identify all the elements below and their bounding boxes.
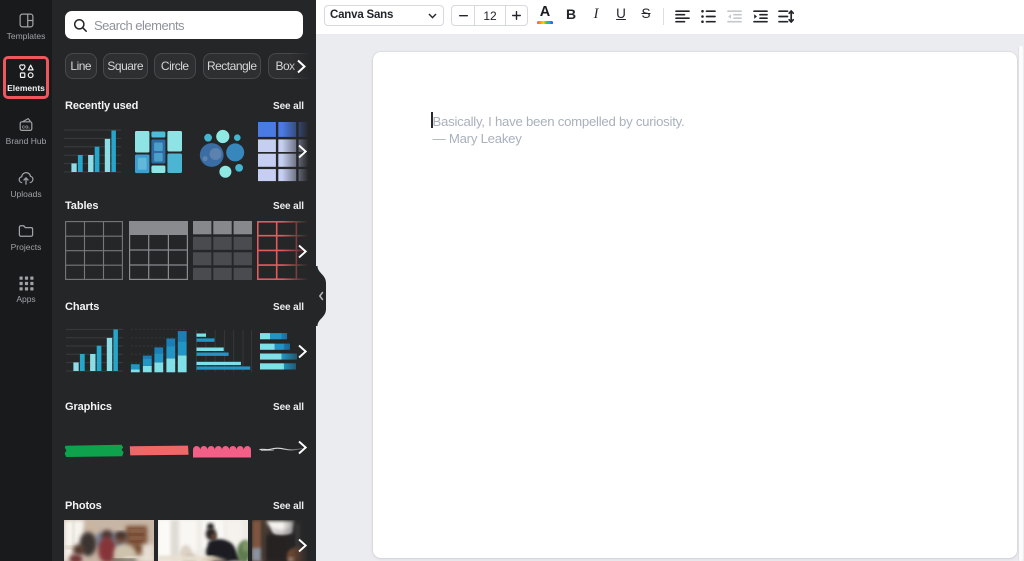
svg-text:co.: co.: [22, 124, 30, 130]
